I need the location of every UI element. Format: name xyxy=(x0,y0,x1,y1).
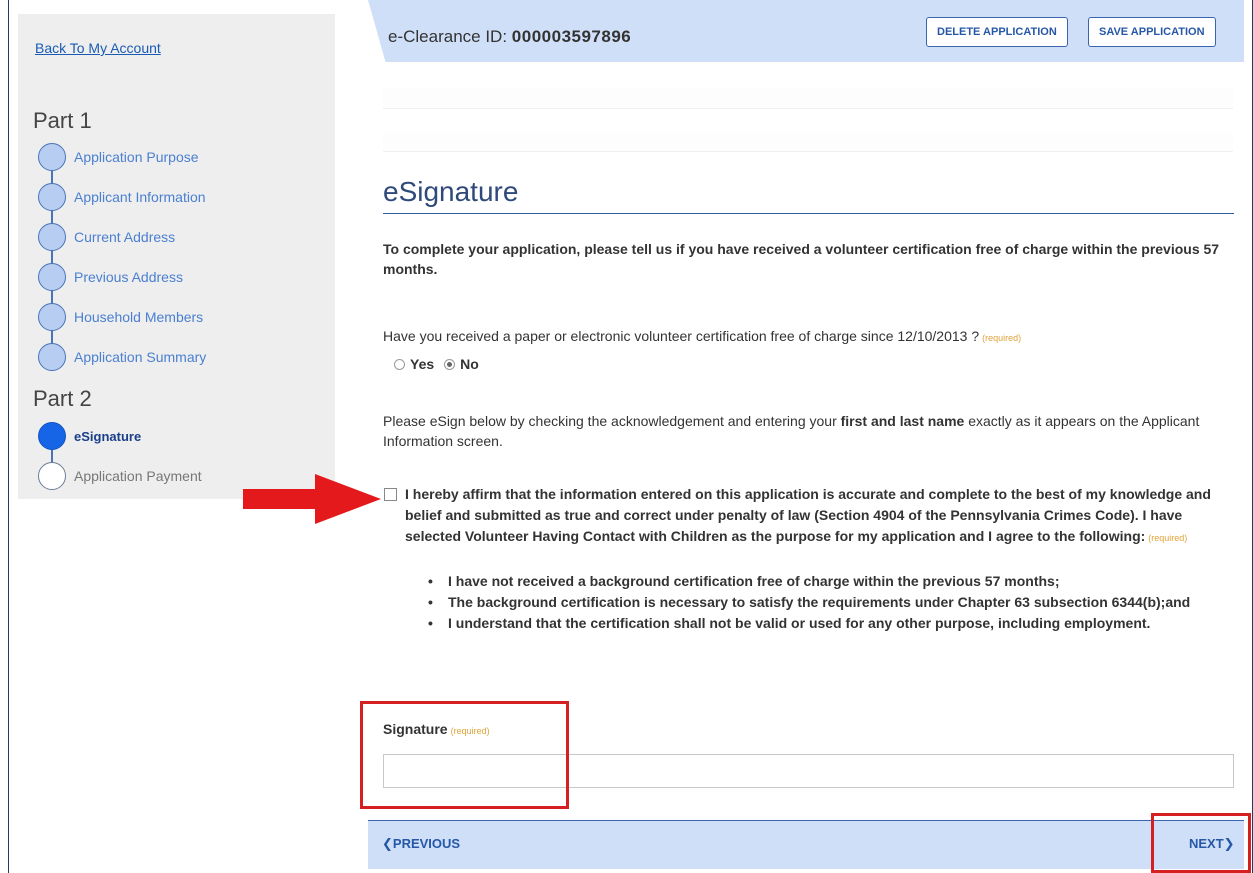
red-arrow-annotation-icon xyxy=(243,474,381,524)
instruction-start: Please eSign below by checking the ackno… xyxy=(383,413,841,429)
collapsed-panel xyxy=(383,131,1233,152)
sidebar-step-label: Applicant Information xyxy=(74,189,206,205)
previous-button[interactable]: ❮PREVIOUS xyxy=(382,836,460,852)
affirmation-label: I hereby affirm that the information ent… xyxy=(405,486,1211,544)
sidebar-step-application-summary[interactable]: Application Summary xyxy=(38,342,206,372)
affirmation-text: I hereby affirm that the information ent… xyxy=(405,484,1225,549)
step-pending-icon xyxy=(38,462,66,490)
list-item: I understand that the certification shal… xyxy=(428,613,1228,634)
next-label: NEXT xyxy=(1189,836,1224,851)
back-to-account-link[interactable]: Back To My Account xyxy=(35,40,161,56)
sidebar-step-current-address[interactable]: Current Address xyxy=(38,222,175,252)
sidebar-step-household-members[interactable]: Household Members xyxy=(38,302,203,332)
signature-label: Signature (required) xyxy=(383,721,490,737)
step-complete-icon xyxy=(38,263,66,291)
step-active-icon xyxy=(38,422,66,450)
signature-input[interactable] xyxy=(383,754,1234,788)
step-complete-icon xyxy=(38,303,66,331)
sidebar-step-application-purpose[interactable]: Application Purpose xyxy=(38,142,199,172)
yes-radio[interactable] xyxy=(394,358,405,370)
list-item: The background certification is necessar… xyxy=(428,592,1228,613)
sidebar-step-applicant-information[interactable]: Applicant Information xyxy=(38,182,206,212)
signature-label-text: Signature xyxy=(383,721,448,737)
chevron-right-icon: ❯ xyxy=(1223,836,1235,851)
sidebar-step-application-payment: Application Payment xyxy=(38,461,202,491)
certification-radio-group: Yes No xyxy=(394,356,479,372)
sidebar-step-label: Previous Address xyxy=(74,269,183,285)
part2-heading: Part 2 xyxy=(33,386,92,411)
yes-label: Yes xyxy=(410,356,435,372)
list-item: I have not received a background certifi… xyxy=(428,571,1228,592)
step-complete-icon xyxy=(38,183,66,211)
chevron-left-icon: ❮ xyxy=(382,836,393,851)
save-application-button[interactable]: SAVE APPLICATION xyxy=(1088,17,1216,47)
next-button[interactable]: NEXT❯ xyxy=(1189,836,1235,852)
question-text: Have you received a paper or electronic … xyxy=(383,326,1233,348)
step-complete-icon xyxy=(38,143,66,171)
sidebar-step-label: eSignature xyxy=(74,428,142,444)
no-radio[interactable] xyxy=(444,358,456,370)
affirmation-checkbox[interactable] xyxy=(384,488,397,501)
instruction-emphasis: first and last name xyxy=(840,413,965,429)
required-tag: (required) xyxy=(450,726,490,736)
question-label: Have you received a paper or electronic … xyxy=(383,328,980,344)
footer-bar xyxy=(368,820,1244,869)
required-tag: (required) xyxy=(1148,533,1188,543)
clearance-id: e-Clearance ID: 000003597896 xyxy=(388,27,631,47)
previous-label: PREVIOUS xyxy=(392,836,461,851)
affirmation-list: I have not received a background certifi… xyxy=(428,571,1228,634)
sidebar-step-label: Application Summary xyxy=(74,349,207,365)
required-tag: (required) xyxy=(982,333,1022,343)
step-complete-icon xyxy=(38,343,66,371)
no-label: No xyxy=(460,356,479,372)
sidebar-step-label: Application Payment xyxy=(74,468,202,484)
sidebar-step-label: Application Purpose xyxy=(74,149,199,165)
clearance-label: e-Clearance ID: xyxy=(388,27,508,46)
intro-text: To complete your application, please tel… xyxy=(383,241,1220,277)
sidebar-step-label: Household Members xyxy=(74,309,204,325)
clearance-number: 000003597896 xyxy=(511,27,632,46)
sidebar-step-previous-address[interactable]: Previous Address xyxy=(38,262,183,292)
page-title: eSignature xyxy=(383,176,519,207)
title-divider xyxy=(383,213,1234,214)
collapsed-panel xyxy=(383,88,1233,109)
delete-application-button[interactable]: DELETE APPLICATION xyxy=(926,17,1068,47)
sidebar: Back To My Account Part 1 Application Pu… xyxy=(18,14,335,499)
step-complete-icon xyxy=(38,223,66,251)
sidebar-step-label: Current Address xyxy=(74,229,176,245)
sidebar-step-esignature[interactable]: eSignature xyxy=(38,421,141,451)
instruction-text: Please eSign below by checking the ackno… xyxy=(383,411,1233,451)
part1-heading: Part 1 xyxy=(33,108,92,133)
